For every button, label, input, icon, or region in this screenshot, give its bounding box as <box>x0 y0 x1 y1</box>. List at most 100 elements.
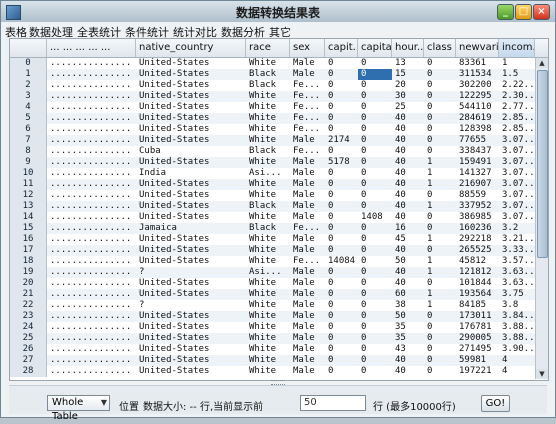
table-cell[interactable]: 3.07... <box>499 212 535 223</box>
table-cell[interactable]: ............... <box>47 300 136 311</box>
table-row[interactable]: 11............... United-States White Male 0… <box>10 179 535 190</box>
table-cell[interactable]: Black <box>246 69 290 80</box>
table-cell[interactable]: 338437 <box>456 146 499 157</box>
table-cell[interactable]: 0 <box>358 300 392 311</box>
table-cell[interactable]: 2.77... <box>499 102 535 113</box>
table-cell[interactable]: 20 <box>392 80 424 91</box>
table-cell[interactable]: 0 <box>424 91 456 102</box>
row-index[interactable]: 8 <box>10 146 47 157</box>
table-cell[interactable]: White <box>246 311 290 322</box>
row-index[interactable]: 23 <box>10 311 47 322</box>
table-cell[interactable]: ............... <box>47 58 136 69</box>
header-col-hours[interactable]: hour... <box>392 39 424 57</box>
table-cell[interactable]: 0 <box>424 135 456 146</box>
table-cell[interactable]: 3.88... <box>499 333 535 344</box>
table-cell[interactable]: United-States <box>136 124 246 135</box>
table-row[interactable]: 14............... United-States White Male 0… <box>10 212 535 223</box>
table-cell[interactable]: ............... <box>47 113 136 124</box>
table-cell[interactable]: 0 <box>358 223 392 234</box>
vertical-scrollbar[interactable]: ▲ ▼ <box>535 58 548 379</box>
table-cell[interactable]: 0 <box>358 179 392 190</box>
table-cell[interactable]: 40 <box>392 212 424 223</box>
table-cell[interactable]: 0 <box>358 311 392 322</box>
table-row[interactable]: 8............... Cuba Black Fe... 0 0 40 0 33843… <box>10 146 535 157</box>
table-cell[interactable]: 1.5 <box>499 69 535 80</box>
table-cell[interactable]: White <box>246 179 290 190</box>
table-row[interactable]: 24............... United-States White Male 0… <box>10 322 535 333</box>
row-index[interactable]: 26 <box>10 344 47 355</box>
table-cell[interactable]: 3.07... <box>499 190 535 201</box>
row-index[interactable]: 2 <box>10 80 47 91</box>
table-cell[interactable]: 1408 <box>358 212 392 223</box>
table-cell[interactable]: 0 <box>358 58 392 69</box>
row-index[interactable]: 7 <box>10 135 47 146</box>
row-index[interactable]: 10 <box>10 168 47 179</box>
table-cell[interactable]: White <box>246 190 290 201</box>
table-cell[interactable]: 141327 <box>456 168 499 179</box>
table-cell[interactable]: United-States <box>136 135 246 146</box>
table-cell[interactable]: Male <box>290 300 325 311</box>
table-cell[interactable]: 0 <box>358 278 392 289</box>
table-cell[interactable]: United-States <box>136 333 246 344</box>
table-cell[interactable]: 0 <box>358 102 392 113</box>
table-cell[interactable]: White <box>246 278 290 289</box>
table-cell[interactable]: 0 <box>424 102 456 113</box>
table-cell[interactable]: 4 <box>499 366 535 377</box>
table-cell[interactable]: White <box>246 212 290 223</box>
table-cell[interactable]: 284619 <box>456 113 499 124</box>
table-cell[interactable]: ............... <box>47 289 136 300</box>
table-cell[interactable]: 101844 <box>456 278 499 289</box>
header-col-native-country[interactable]: native_country <box>136 39 246 57</box>
table-cell[interactable]: ............... <box>47 322 136 333</box>
table-cell[interactable]: 40 <box>392 135 424 146</box>
table-cell[interactable]: United-States <box>136 289 246 300</box>
header-col-capital-loss[interactable]: capita... <box>358 39 392 57</box>
table-cell[interactable]: ............... <box>47 355 136 366</box>
table-cell[interactable]: 0 <box>358 267 392 278</box>
table-cell[interactable]: 50 <box>392 311 424 322</box>
table-cell[interactable]: White <box>246 366 290 377</box>
table-scope-select[interactable]: Whole Table ▼ <box>47 395 110 422</box>
table-cell[interactable]: 3.07... <box>499 201 535 212</box>
table-cell[interactable]: Male <box>290 69 325 80</box>
row-index[interactable]: 16 <box>10 234 47 245</box>
table-cell[interactable]: 0 <box>424 113 456 124</box>
table-cell[interactable]: 0 <box>424 212 456 223</box>
data-table[interactable]: ... ... ... ... ... native_country race sex… <box>9 38 549 381</box>
table-cell[interactable]: 0 <box>424 322 456 333</box>
table-row[interactable]: 15............... Jamaica Black Fe... 0 0 16 0 1… <box>10 223 535 234</box>
table-cell[interactable]: 0 <box>325 344 358 355</box>
table-cell[interactable]: United-States <box>136 322 246 333</box>
table-cell[interactable]: ............... <box>47 80 136 91</box>
table-cell[interactable]: 1 <box>424 157 456 168</box>
table-cell[interactable]: United-States <box>136 91 246 102</box>
table-cell[interactable]: White <box>246 135 290 146</box>
table-cell[interactable]: Fe... <box>290 113 325 124</box>
table-cell[interactable]: Fe... <box>290 256 325 267</box>
table-cell[interactable]: 45812 <box>456 256 499 267</box>
row-index[interactable]: 15 <box>10 223 47 234</box>
table-cell[interactable]: 3.07... <box>499 168 535 179</box>
table-cell[interactable]: White <box>246 322 290 333</box>
table-row[interactable]: 16............... United-States White Male 0… <box>10 234 535 245</box>
table-cell[interactable]: United-States <box>136 102 246 113</box>
table-cell[interactable]: White <box>246 157 290 168</box>
row-index[interactable]: 21 <box>10 289 47 300</box>
table-row[interactable]: 4............... United-States White Fe... 0… <box>10 102 535 113</box>
table-cell[interactable]: 2.30... <box>499 91 535 102</box>
table-cell[interactable]: 0 <box>325 300 358 311</box>
table-cell[interactable]: 0 <box>358 366 392 377</box>
table-cell[interactable]: 0 <box>358 135 392 146</box>
table-cell[interactable]: 0 <box>325 69 358 80</box>
table-cell[interactable]: ............... <box>47 157 136 168</box>
table-cell[interactable]: 0 <box>358 344 392 355</box>
table-row[interactable]: 20............... United-States White Male 0… <box>10 278 535 289</box>
table-cell[interactable]: 77655 <box>456 135 499 146</box>
table-cell[interactable]: Male <box>290 278 325 289</box>
table-cell[interactable]: Male <box>290 58 325 69</box>
table-cell[interactable]: 2.85... <box>499 124 535 135</box>
table-cell[interactable]: 0 <box>424 223 456 234</box>
row-index[interactable]: 22 <box>10 300 47 311</box>
table-cell[interactable]: Fe... <box>290 124 325 135</box>
table-cell[interactable]: 3.07... <box>499 135 535 146</box>
